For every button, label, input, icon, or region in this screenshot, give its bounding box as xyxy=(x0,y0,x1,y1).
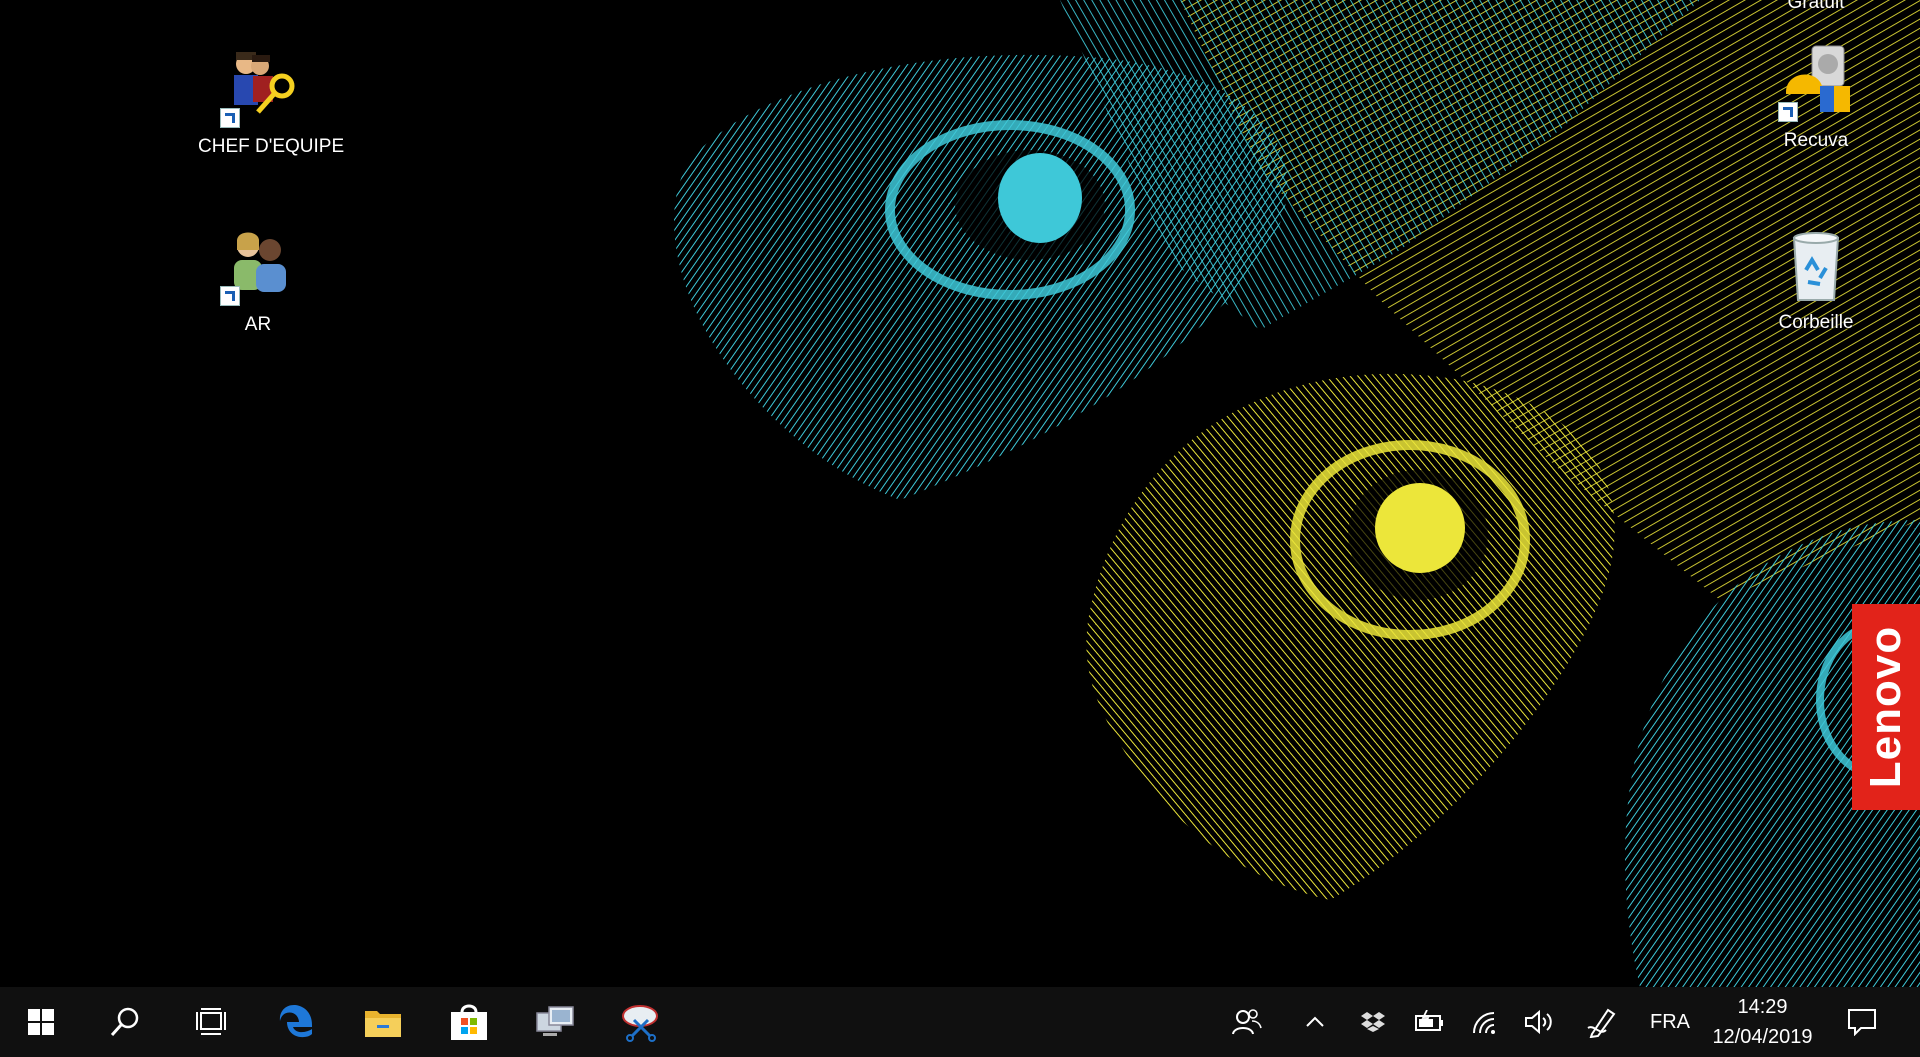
shortcut-arrow-icon xyxy=(1778,102,1798,122)
key-people-icon xyxy=(218,50,298,130)
desktop-icon-label: AR xyxy=(244,314,272,335)
desktop-icon-recuva[interactable]: Recuva xyxy=(1756,44,1876,152)
desktop[interactable]: CHEF D'EQUIPE AR Gratuit Recuva Corbeill… xyxy=(0,0,1920,987)
clock-date: 12/04/2019 xyxy=(1712,1026,1813,1048)
action-center-button[interactable] xyxy=(1830,987,1894,1057)
clock-time: 14:29 xyxy=(1737,996,1788,1018)
taskbar: FRA 14:29 12/04/2019 xyxy=(0,987,1920,1057)
desktop-icon-gratuit-partial[interactable]: Gratuit xyxy=(1756,0,1876,14)
notifications-icon xyxy=(1848,1009,1876,1036)
desktop-icon-chef-equipe[interactable]: CHEF D'EQUIPE xyxy=(198,50,345,158)
wifi-icon xyxy=(1473,1012,1495,1034)
volume-icon xyxy=(1525,1009,1552,1035)
start-button[interactable] xyxy=(0,987,82,1057)
file-explorer-button[interactable] xyxy=(340,987,426,1057)
desktop-icon-label: Gratuit xyxy=(1787,0,1845,13)
store-button[interactable] xyxy=(426,987,512,1057)
snipping-tool-icon xyxy=(622,1005,658,1042)
desktop-icon-label: CHEF D'EQUIPE xyxy=(198,136,345,157)
shortcut-arrow-icon xyxy=(220,108,240,128)
battery-button[interactable] xyxy=(1404,987,1454,1057)
recycle-bin-icon xyxy=(1776,226,1856,306)
dropbox-icon xyxy=(1361,1012,1385,1032)
task-view-icon xyxy=(196,1008,226,1035)
edge-button[interactable] xyxy=(254,987,340,1057)
desktop-icon-corbeille[interactable]: Corbeille xyxy=(1756,226,1876,334)
desktop-icon-label: Recuva xyxy=(1783,130,1849,151)
feather-yellow xyxy=(1086,373,1615,901)
input-language-label: FRA xyxy=(1650,1010,1690,1033)
remote-desktop-icon xyxy=(536,1006,574,1036)
shortcut-arrow-icon xyxy=(220,286,240,306)
search-icon xyxy=(110,1007,139,1037)
folder-icon xyxy=(365,1011,401,1037)
lenovo-brand-label: Lenovo xyxy=(1861,625,1910,789)
task-view-button[interactable] xyxy=(168,987,254,1057)
people-button[interactable] xyxy=(1222,987,1272,1057)
dropbox-tray-button[interactable] xyxy=(1350,987,1396,1057)
remote-desktop-button[interactable] xyxy=(512,987,598,1057)
windows-logo-icon xyxy=(28,1009,54,1035)
two-people-icon xyxy=(218,228,298,308)
pen-workspace-button[interactable] xyxy=(1578,987,1628,1057)
show-hidden-icons-button[interactable] xyxy=(1290,987,1340,1057)
edge-icon xyxy=(279,1005,312,1038)
lenovo-brand-tab[interactable]: Lenovo xyxy=(1852,604,1920,810)
desktop-icon-ar[interactable]: AR xyxy=(198,228,318,336)
store-icon xyxy=(451,1004,487,1040)
search-button[interactable] xyxy=(82,987,168,1057)
feather-cyan xyxy=(673,54,1288,500)
recuva-icon xyxy=(1776,44,1856,124)
wifi-button[interactable] xyxy=(1462,987,1508,1057)
desktop-icon-label: Corbeille xyxy=(1778,312,1854,333)
battery-icon xyxy=(1415,1010,1443,1031)
input-language-button[interactable]: FRA xyxy=(1640,987,1700,1057)
chevron-up-icon xyxy=(1306,1016,1324,1027)
pen-icon xyxy=(1587,1008,1616,1038)
volume-button[interactable] xyxy=(1516,987,1564,1057)
people-icon xyxy=(1232,1009,1262,1035)
clock-button[interactable]: 14:29 12/04/2019 xyxy=(1705,987,1820,1057)
snipping-tool-button[interactable] xyxy=(598,987,684,1057)
